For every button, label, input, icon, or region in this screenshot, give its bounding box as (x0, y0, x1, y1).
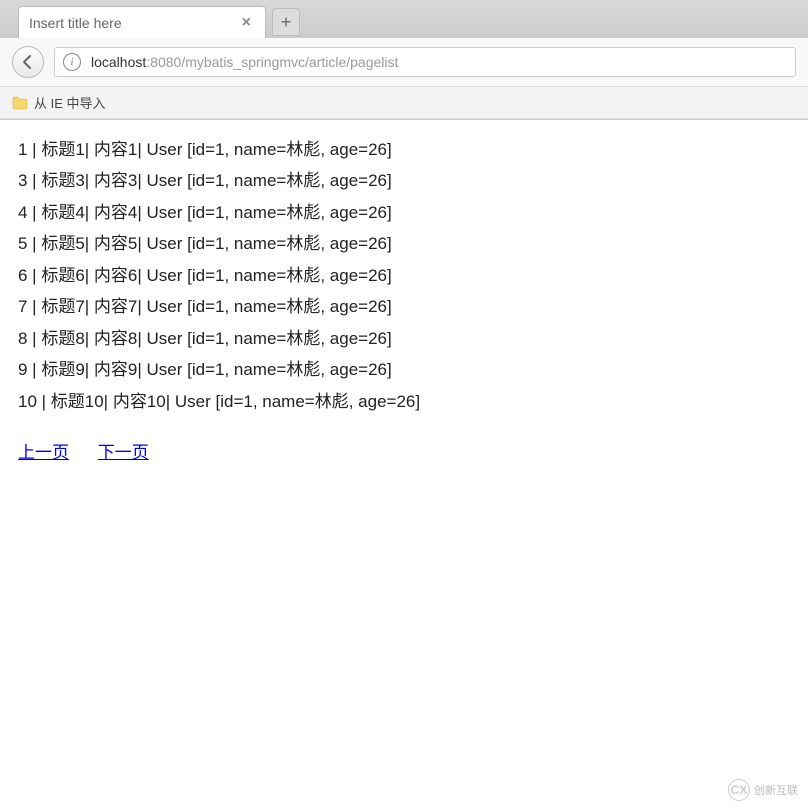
back-button[interactable] (12, 46, 44, 78)
prev-page-link[interactable]: 上一页 (18, 443, 69, 462)
nav-bar: i localhost:8080/mybatis_springmvc/artic… (0, 38, 808, 87)
url-path: /mybatis_springmvc/article/pagelist (181, 54, 398, 70)
arrow-left-icon (20, 54, 36, 70)
bookmarks-bar: 从 IE 中导入 (0, 87, 808, 119)
article-row: 10 | 标题10| 内容10| User [id=1, name=林彪, ag… (18, 386, 790, 417)
watermark-text: 创新互联 (754, 782, 798, 798)
article-row: 6 | 标题6| 内容6| User [id=1, name=林彪, age=2… (18, 260, 790, 291)
url-bar[interactable]: i localhost:8080/mybatis_springmvc/artic… (54, 47, 796, 77)
url-text: localhost:8080/mybatis_springmvc/article… (91, 54, 398, 70)
next-page-link[interactable]: 下一页 (98, 443, 149, 462)
folder-icon (12, 96, 28, 110)
watermark: CX 创新互联 (728, 779, 798, 801)
pagination: 上一页 下一页 (18, 437, 790, 468)
article-row: 8 | 标题8| 内容8| User [id=1, name=林彪, age=2… (18, 323, 790, 354)
article-row: 9 | 标题9| 内容9| User [id=1, name=林彪, age=2… (18, 354, 790, 385)
browser-chrome: Insert title here × + i localhost:8080/m… (0, 0, 808, 120)
browser-tab[interactable]: Insert title here × (18, 6, 266, 38)
tab-bar: Insert title here × + (0, 0, 808, 38)
article-row: 7 | 标题7| 内容7| User [id=1, name=林彪, age=2… (18, 291, 790, 322)
bookmark-item[interactable]: 从 IE 中导入 (34, 93, 106, 112)
article-row: 4 | 标题4| 内容4| User [id=1, name=林彪, age=2… (18, 197, 790, 228)
url-host: localhost (91, 54, 146, 70)
tab-title: Insert title here (29, 15, 238, 31)
info-icon[interactable]: i (63, 53, 81, 71)
page-content: 1 | 标题1| 内容1| User [id=1, name=林彪, age=2… (0, 120, 808, 482)
articles-list: 1 | 标题1| 内容1| User [id=1, name=林彪, age=2… (18, 134, 790, 417)
new-tab-button[interactable]: + (272, 8, 300, 36)
url-port: :8080 (146, 54, 181, 70)
article-row: 1 | 标题1| 内容1| User [id=1, name=林彪, age=2… (18, 134, 790, 165)
close-icon[interactable]: × (238, 14, 255, 32)
watermark-logo: CX (728, 779, 750, 801)
article-row: 5 | 标题5| 内容5| User [id=1, name=林彪, age=2… (18, 228, 790, 259)
article-row: 3 | 标题3| 内容3| User [id=1, name=林彪, age=2… (18, 165, 790, 196)
